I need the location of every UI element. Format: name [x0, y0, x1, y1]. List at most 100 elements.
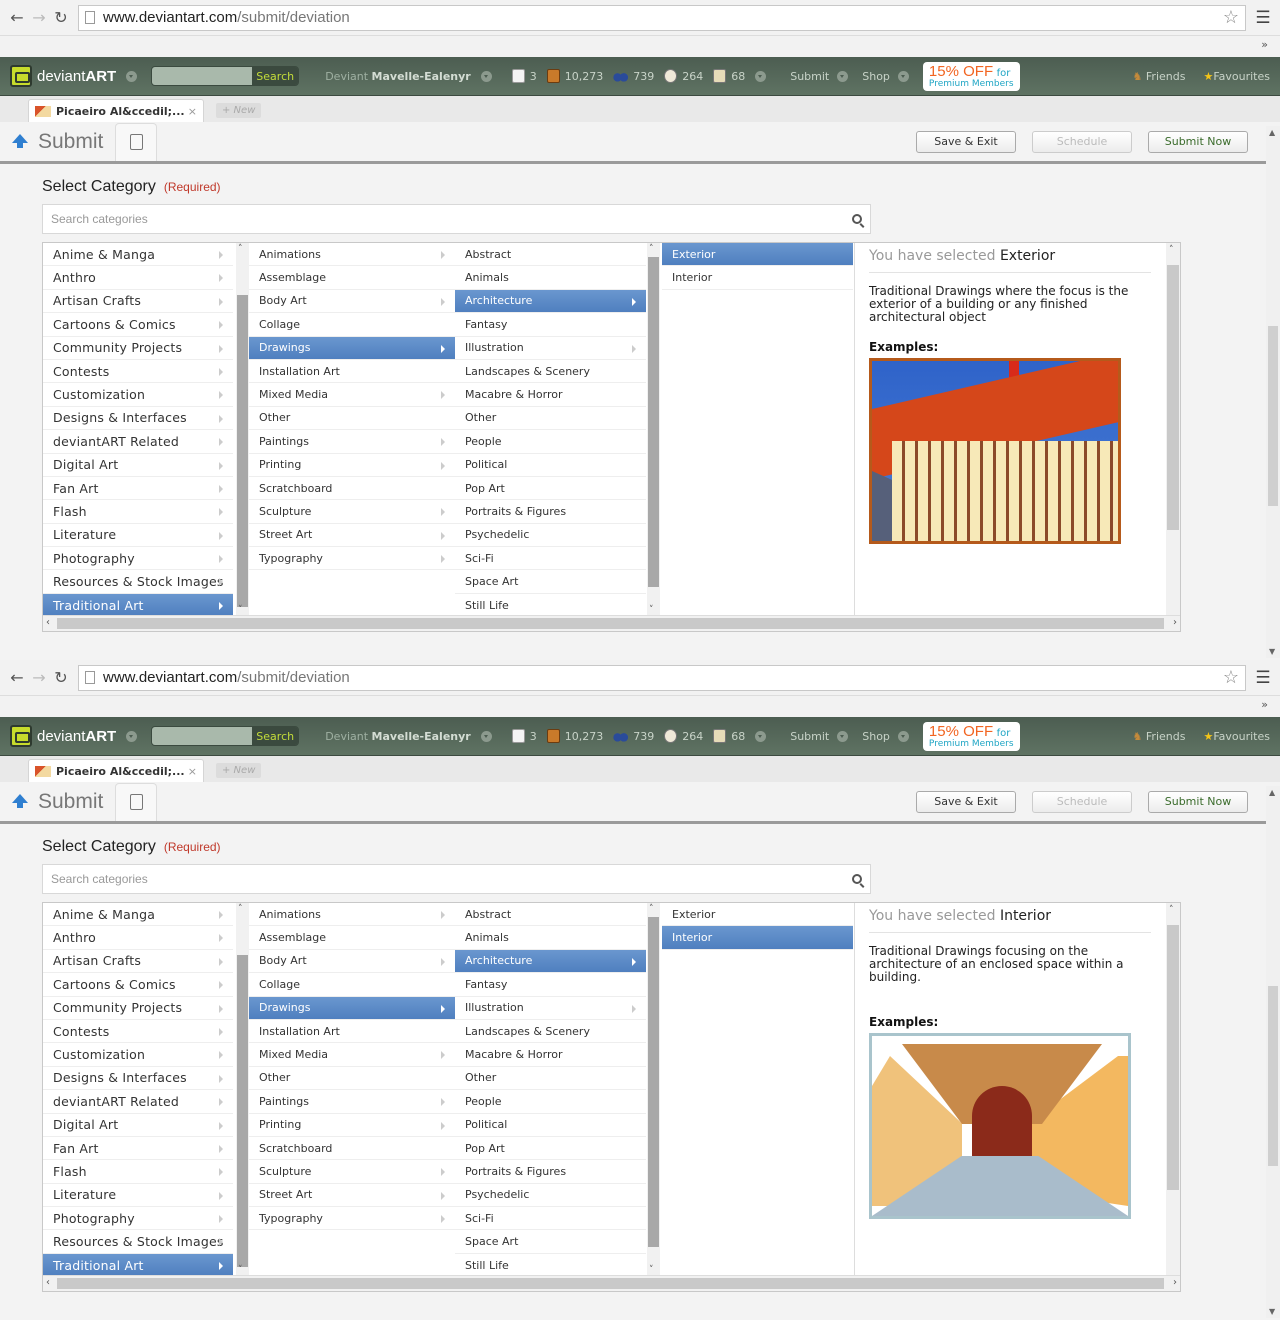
scroll-thumb[interactable] [1167, 265, 1179, 530]
category-item[interactable]: Paintings [249, 430, 455, 454]
category-item[interactable]: Sculpture [249, 1160, 455, 1184]
column-3-scrollbar[interactable]: ˄ ˅ [647, 243, 660, 616]
scroll-down-icon[interactable]: ˅ [649, 1265, 654, 1275]
detail-scrollbar[interactable]: ˄ [1166, 243, 1180, 616]
category-item[interactable]: Artisan Crafts [43, 950, 233, 974]
category-item[interactable]: Still Life [455, 594, 646, 616]
category-item[interactable]: Contests [43, 1020, 233, 1044]
category-item[interactable]: Fan Art [43, 477, 233, 501]
friends-link[interactable]: ♞ Friends [1133, 70, 1186, 83]
deviantart-logo[interactable]: deviant ART [10, 65, 116, 87]
category-item[interactable]: Traditional Art [43, 1253, 233, 1276]
new-tab-button[interactable]: + New [216, 763, 262, 778]
logo-dropdown-icon[interactable] [126, 70, 138, 82]
category-item[interactable]: Architecture [455, 949, 646, 974]
favourites-link[interactable]: ★Favourites [1203, 70, 1270, 83]
scroll-left-icon[interactable]: ‹ [46, 1277, 50, 1288]
bookmarks-overflow-icon[interactable]: » [1261, 38, 1268, 51]
shop-link[interactable]: Shop [862, 70, 909, 83]
bookmarks-overflow-icon[interactable]: » [1261, 698, 1268, 711]
forward-button[interactable]: → [28, 7, 50, 29]
scroll-right-icon[interactable]: › [1173, 617, 1177, 628]
category-item[interactable]: Traditional Art [43, 593, 233, 616]
category-item[interactable]: deviantART Related [43, 430, 233, 454]
premium-promo[interactable]: 15% OFF for Premium Members [922, 61, 1020, 91]
page-scroll-thumb[interactable] [1268, 986, 1278, 1166]
category-item[interactable]: Animals [455, 266, 646, 290]
search-icon[interactable] [852, 874, 862, 884]
category-item[interactable]: Anime & Manga [43, 243, 233, 267]
category-item[interactable]: Interior [662, 266, 853, 290]
category-item[interactable]: Flash [43, 1160, 233, 1184]
address-bar[interactable]: www.deviantart.com/submit/deviation ☆ [78, 4, 1246, 31]
stat-messages[interactable]: 68 [713, 729, 745, 743]
user-menu[interactable]: Deviant Mavelle-Ealenyr [325, 70, 471, 83]
category-item[interactable]: Digital Art [43, 1114, 233, 1137]
menu-icon[interactable]: ☰ [1252, 668, 1274, 688]
category-item[interactable]: Space Art [455, 1230, 646, 1254]
category-item[interactable]: Abstract [455, 903, 646, 927]
scroll-right-icon[interactable]: › [1173, 1277, 1177, 1288]
scroll-down-icon[interactable]: ▼ [1269, 647, 1275, 656]
category-item[interactable]: People [455, 1090, 646, 1114]
close-icon[interactable]: × [188, 105, 197, 118]
category-item[interactable]: Typography [249, 547, 455, 571]
scroll-up-icon[interactable]: ▲ [1269, 128, 1275, 137]
site-search-button[interactable]: Search [252, 67, 299, 85]
category-item[interactable]: Photography [43, 1207, 233, 1231]
category-item[interactable]: Portraits & Figures [455, 1160, 646, 1184]
bookmark-star-icon[interactable]: ☆ [1223, 7, 1239, 28]
category-item[interactable]: Anthro [43, 266, 233, 290]
category-item[interactable]: Interior [662, 926, 853, 950]
category-item[interactable]: Landscapes & Scenery [455, 1020, 646, 1044]
reload-button[interactable]: ↻ [50, 667, 72, 689]
scroll-up-icon[interactable]: ˄ [238, 904, 243, 914]
category-item[interactable]: Other [455, 1067, 646, 1091]
category-item[interactable]: Community Projects [43, 997, 233, 1020]
premium-promo[interactable]: 15% OFF for Premium Members [922, 721, 1020, 751]
save-exit-button[interactable]: Save & Exit [916, 790, 1016, 813]
category-item[interactable]: Political [455, 454, 646, 477]
shop-link[interactable]: Shop [862, 730, 909, 743]
category-item[interactable]: Architecture [455, 289, 646, 314]
category-item[interactable]: Collage [249, 313, 455, 337]
category-item[interactable]: Abstract [455, 243, 646, 267]
close-icon[interactable]: × [188, 765, 197, 778]
category-item[interactable]: Installation Art [249, 1020, 455, 1044]
category-item[interactable]: Exterior [662, 243, 853, 267]
category-item[interactable]: Political [455, 1114, 646, 1137]
category-item[interactable]: Printing [249, 1114, 455, 1137]
save-exit-button[interactable]: Save & Exit [916, 130, 1016, 153]
scroll-up-icon[interactable]: ˄ [649, 904, 654, 914]
category-item[interactable]: Printing [249, 454, 455, 477]
submit-link[interactable]: Submit [790, 70, 849, 83]
category-item[interactable]: Still Life [455, 1254, 646, 1276]
menu-icon[interactable]: ☰ [1252, 8, 1274, 28]
schedule-button[interactable]: Schedule [1032, 130, 1132, 153]
category-item[interactable]: Macabre & Horror [455, 383, 646, 407]
stat-messages[interactable]: 68 [713, 69, 745, 83]
category-item[interactable]: Street Art [249, 1184, 455, 1208]
column-1-scrollbar[interactable]: ˄ ˅ [236, 903, 249, 1276]
page-scrollbar[interactable]: ▲ ▼ [1266, 126, 1280, 658]
category-item[interactable]: Fantasy [455, 973, 646, 997]
scroll-thumb[interactable] [648, 257, 659, 587]
stat-deviations[interactable]: 10,273 [546, 69, 603, 83]
category-item[interactable]: Drawings [249, 336, 455, 360]
search-icon[interactable] [852, 214, 862, 224]
user-menu[interactable]: Deviant Mavelle-Ealenyr [325, 730, 471, 743]
stat-notes[interactable]: 3 [511, 69, 537, 83]
category-item[interactable]: Literature [43, 524, 233, 548]
category-item[interactable]: Assemblage [249, 266, 455, 290]
category-item[interactable]: Animations [249, 243, 455, 267]
scroll-thumb[interactable] [648, 917, 659, 1247]
submit-link[interactable]: Submit [790, 730, 849, 743]
category-item[interactable]: deviantART Related [43, 1090, 233, 1114]
category-search-input[interactable]: Search categories [42, 864, 871, 894]
category-item[interactable]: Sci-Fi [455, 1207, 646, 1231]
category-item[interactable]: Anime & Manga [43, 903, 233, 927]
back-button[interactable]: ← [6, 7, 28, 29]
category-item[interactable]: Typography [249, 1207, 455, 1231]
site-search-input[interactable] [152, 727, 253, 745]
category-item[interactable]: Designs & Interfaces [43, 407, 233, 431]
